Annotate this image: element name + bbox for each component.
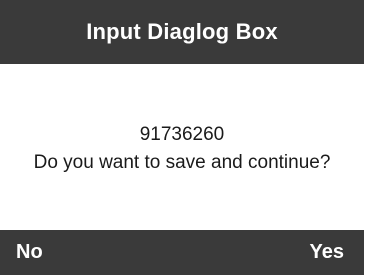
no-button[interactable]: No bbox=[16, 230, 43, 275]
dialog-content: 91736260 Do you want to save and continu… bbox=[0, 64, 364, 230]
dialog-title: Input Diaglog Box bbox=[86, 19, 278, 44]
softkey-bar: No Yes bbox=[0, 230, 364, 275]
entered-value: 91736260 bbox=[139, 124, 225, 145]
title-bar: Input Diaglog Box bbox=[0, 0, 364, 64]
confirmation-message: Do you want to save and continue? bbox=[33, 152, 331, 173]
input-dialog-screen: Input Diaglog Box 91736260 Do you want t… bbox=[0, 0, 368, 275]
yes-button[interactable]: Yes bbox=[310, 230, 344, 275]
